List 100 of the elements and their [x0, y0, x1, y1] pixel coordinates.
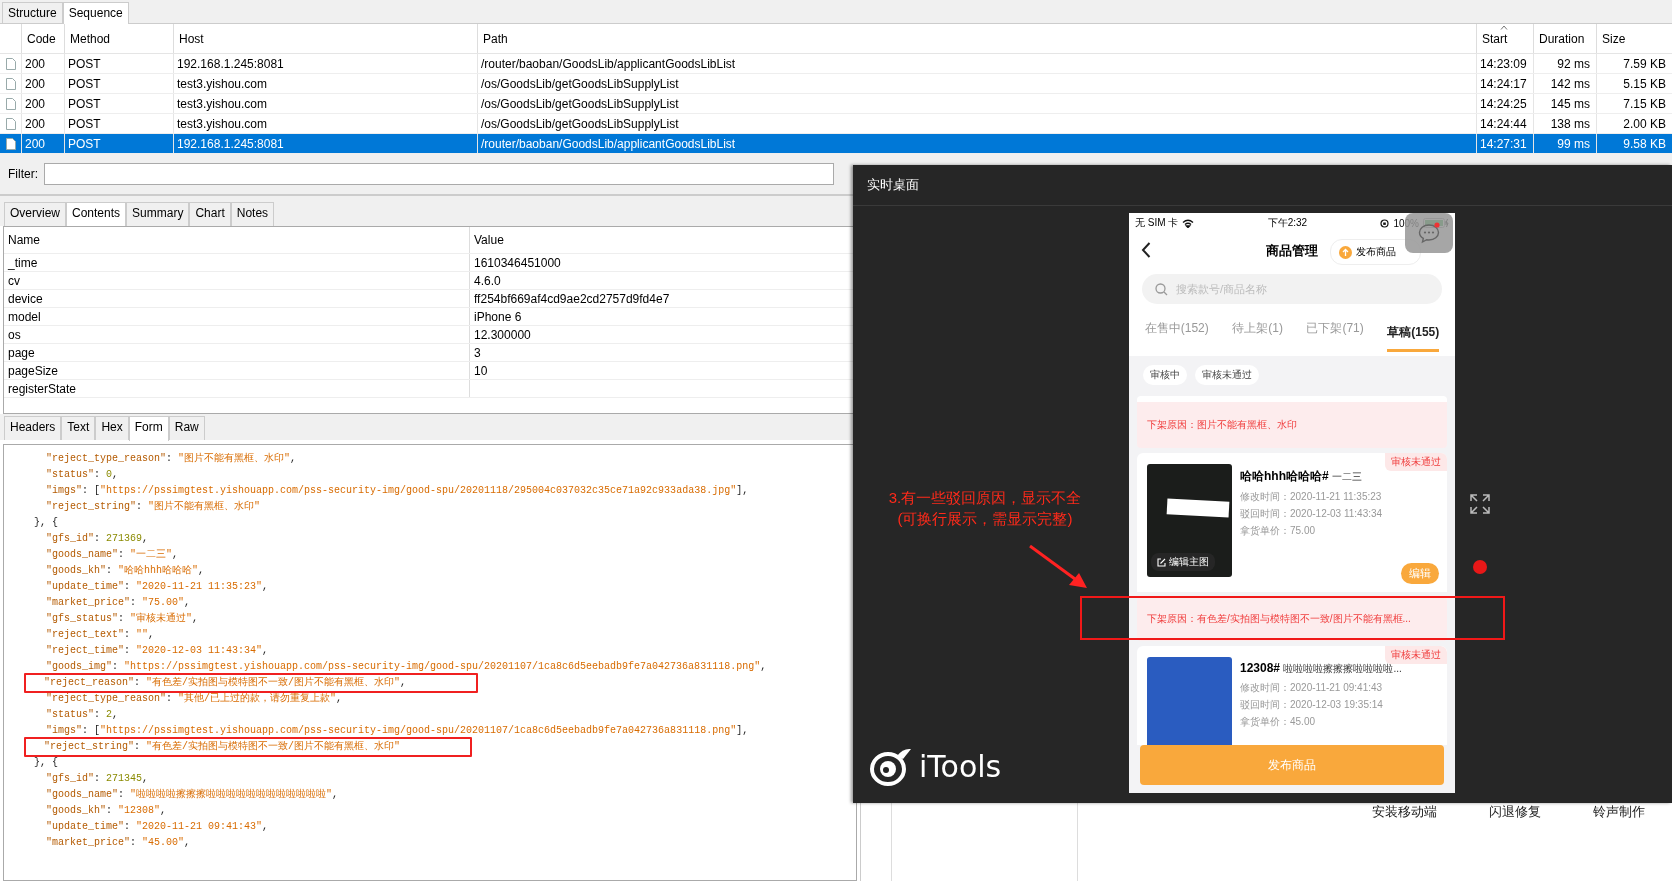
body-tab[interactable]: Raw [168, 416, 205, 440]
code-line: "status": 2, [46, 708, 119, 722]
logo-text: iTools [919, 748, 1002, 784]
product-detail: 驳回时间：2020-12-03 11:43:34 [1240, 507, 1383, 521]
code-line: "reject_text": "", [46, 628, 155, 642]
code-line: "goods_kh": "哈哈hhh哈哈哈", [46, 564, 205, 578]
table-cell: 92 ms [1533, 54, 1596, 73]
document-icon [5, 57, 16, 70]
param-name: cv [4, 272, 470, 289]
code-line: "market_price": "75.00", [46, 596, 191, 610]
param-name: device [4, 290, 470, 307]
table-cell: 2.00 KB [1596, 114, 1672, 133]
itools-logo-icon [869, 746, 913, 786]
document-icon [5, 137, 16, 150]
code-line: "goods_img": "https://pssimgtest.yishouapp.com/pss-security-img/good-spu/20201107/1ca8c6d5eebadb9fe7a042736a831118.png", [46, 660, 767, 674]
code-line: }, { [34, 516, 58, 530]
code-line: "gfs_status": "审核未通过", [46, 612, 199, 626]
edit-icon [1157, 557, 1166, 567]
table-cell: 7.15 KB [1596, 94, 1672, 113]
code-line: "reject_string": "图片不能有黑框、水印" [46, 500, 261, 514]
request-row[interactable]: 200 POST test3.yishou.com /os/GoodsLib/getGoodsLibSupplyList 14:24:17 142 ms 5.15 KB [0, 74, 1672, 94]
request-row[interactable]: 200 POST test3.yishou.com /os/GoodsLib/getGoodsLibSupplyList 14:24:25 145 ms 7.15 KB [0, 94, 1672, 114]
document-icon [5, 117, 16, 130]
column-header[interactable]: Start [1476, 24, 1533, 53]
body-tab[interactable]: Text [61, 416, 96, 440]
code-line: "reject_time": "2020-12-03 11:43:34", [46, 644, 269, 658]
desktop-link[interactable]: 闪退修复 [1489, 803, 1541, 821]
param-name: registerState [4, 380, 470, 397]
annotation-text: 3.有一些驳回原因，显示不全 (可换行展示，需显示完整) [887, 488, 1083, 529]
product-detail: 拿货单价：45.00 [1240, 715, 1317, 729]
view-tab[interactable]: Structure [2, 2, 63, 23]
table-cell: test3.yishou.com [173, 74, 477, 93]
desktop-link[interactable]: 安装移动端 [1372, 803, 1437, 821]
column-header[interactable]: Code [21, 24, 64, 53]
filter-chip[interactable]: 审核未通过 [1195, 365, 1259, 385]
product-card[interactable]: 编辑主图 哈哈hhh哈哈哈# 一二三 修改时间：2020-11-21 11:35:23 驳回时间：2020-12-03 11:43:34 拿货单价：75.00 审核未通过 编辑 [1137, 453, 1447, 592]
table-cell: 200 [21, 54, 64, 73]
column-header[interactable]: Name [4, 227, 470, 253]
table-cell: /router/baoban/GoodsLib/applicantGoodsLibList [477, 54, 1476, 73]
wifi-icon [1182, 218, 1195, 228]
body-tab[interactable]: Form [128, 416, 169, 441]
filter-chip[interactable]: 审核中 [1143, 365, 1187, 385]
table-cell: 14:24:44 [1476, 114, 1533, 133]
table-cell: 138 ms [1533, 114, 1596, 133]
reject-reason-banner: 下架原因：图片不能有黑框、水印 [1137, 396, 1447, 448]
back-icon[interactable] [1141, 242, 1151, 258]
request-row[interactable]: 200 POST 192.168.1.245:8081 /router/baoban/GoodsLib/applicantGoodsLibList 14:27:31 99 ms 9.58 KB [0, 134, 1672, 154]
detail-tab[interactable]: Summary [126, 202, 190, 226]
table-cell: 5.15 KB [1596, 74, 1672, 93]
document-icon [5, 97, 16, 110]
detail-tab[interactable]: Overview [4, 202, 66, 226]
table-cell: 142 ms [1533, 74, 1596, 93]
sort-icon [1500, 25, 1508, 30]
param-name: _time [4, 254, 470, 271]
filter-field[interactable] [44, 163, 834, 185]
table-cell: 200 [21, 74, 64, 93]
table-cell: POST [64, 134, 173, 153]
expand-icon[interactable] [1469, 493, 1491, 515]
table-cell: test3.yishou.com [173, 114, 477, 133]
column-header[interactable]: Path [477, 24, 1476, 53]
code-line: "update_time": "2020-11-21 11:35:23", [46, 580, 269, 594]
column-header[interactable]: Host [173, 24, 477, 53]
page-title: 商品管理 [1266, 242, 1318, 260]
code-line: "status": 0, [46, 468, 119, 482]
status-tab[interactable]: 草稿(155) [1387, 316, 1440, 352]
table-cell: POST [64, 114, 173, 133]
column-header[interactable]: Size [1596, 24, 1672, 53]
status-tag: 审核未通过 [1385, 453, 1447, 471]
product-detail: 修改时间：2020-11-21 09:41:43 [1240, 681, 1384, 695]
request-row[interactable]: 200 POST 192.168.1.245:8081 /router/baoban/GoodsLib/applicantGoodsLibList 14:23:09 92 ms 7.59 KB [0, 54, 1672, 74]
document-icon [5, 77, 16, 90]
table-cell: POST [64, 74, 173, 93]
table-cell: 200 [21, 94, 64, 113]
table-cell: /router/baoban/GoodsLib/applicantGoodsLibList [477, 134, 1476, 153]
view-tab[interactable]: Sequence [62, 2, 129, 24]
body-tab[interactable]: Hex [95, 416, 129, 440]
code-line: "imgs": ["https://pssimgtest.yishouapp.com/pss-security-img/good-spu/20201107/1ca8c6d5eebadb9fe7a042736a831118.png"], [46, 724, 749, 738]
column-header[interactable]: Method [64, 24, 173, 53]
table-cell: 14:24:25 [1476, 94, 1533, 113]
rotation-lock-icon [1380, 218, 1390, 228]
clock-text: 下午2:32 [1267, 216, 1308, 230]
product-detail: 拿货单价：75.00 [1240, 524, 1317, 538]
product-card[interactable]: 12308# 啦啦啦啦擦擦擦啦啦啦啦... 修改时间：2020-11-21 09:41:43 驳回时间：2020-12-03 19:35:14 拿货单价：45.00 审核未通过 [1137, 646, 1447, 745]
product-title: 12308# 啦啦啦啦擦擦擦啦啦啦啦... [1240, 661, 1402, 676]
record-dot-icon[interactable] [1473, 560, 1487, 574]
table-cell: 14:23:09 [1476, 54, 1533, 73]
code-line: "market_price": "45.00", [46, 836, 191, 850]
code-line: "gfs_id": 271345, [46, 772, 149, 786]
code-line: "goods_kh": "12308", [46, 804, 167, 818]
detail-tab[interactable]: Chart [189, 202, 231, 226]
table-cell: 14:24:17 [1476, 74, 1533, 93]
column-header[interactable]: Duration [1533, 24, 1596, 53]
window-title: 实时桌面 [867, 176, 919, 194]
edit-image-button[interactable]: 编辑主图 [1151, 553, 1215, 571]
detail-tab[interactable]: Contents [66, 202, 127, 227]
body-tab[interactable]: Headers [4, 416, 62, 440]
code-line: "goods_name": "一二三", [46, 548, 179, 562]
desktop-link[interactable]: 铃声制作 [1593, 803, 1645, 821]
detail-tab[interactable]: Notes [230, 202, 275, 226]
table-cell: 99 ms [1533, 134, 1596, 153]
